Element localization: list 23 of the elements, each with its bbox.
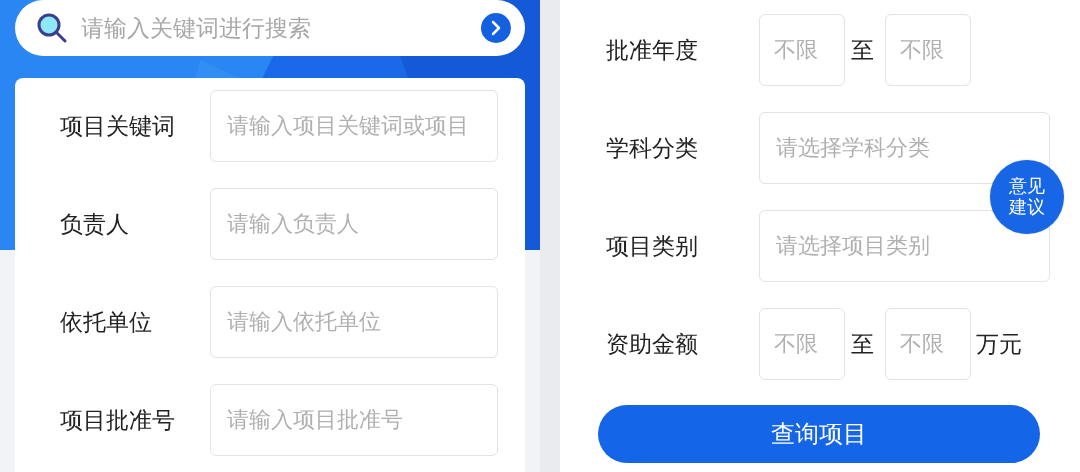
input-field[interactable]: 不限 [759,14,845,86]
field-label: 项目类别 [606,231,699,261]
search-field[interactable]: 请输入关键词进行搜索 [15,0,525,56]
field-label: 负责人 [60,209,130,239]
input-field[interactable]: 不限 [885,14,971,86]
search-icon [35,11,69,45]
field-label: 资助金额 [606,329,699,359]
field-label: 项目关键词 [60,111,176,141]
unit-label: 万元 [976,329,1022,359]
range-separator: 至 [851,35,874,65]
range-separator: 至 [851,329,874,359]
field-label: 批准年度 [606,35,699,65]
input-field[interactable]: 不限 [885,308,971,380]
input-field[interactable]: 请输入依托单位 [210,286,498,358]
field-label: 项目批准号 [60,405,176,435]
go-button[interactable] [481,13,511,43]
field-label: 依托单位 [60,307,153,337]
query-button[interactable]: 查询项目 [598,405,1040,463]
input-field[interactable]: 不限 [759,308,845,380]
input-field[interactable]: 请输入负责人 [210,188,498,260]
input-field[interactable]: 请输入项目关键词或项目 [210,90,498,162]
input-field[interactable]: 请输入项目批准号 [210,384,498,456]
field-label: 学科分类 [606,133,699,163]
